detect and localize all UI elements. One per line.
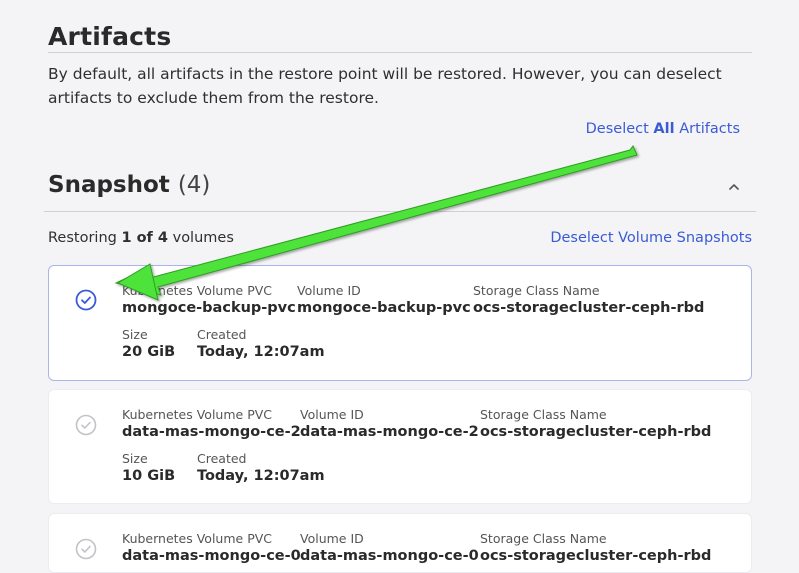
size-field: Size 10 GiB [122,451,176,484]
artifacts-heading: Artifacts [48,22,172,51]
snapshot-count: (4) [177,172,211,198]
check-circle-icon[interactable] [75,414,97,436]
check-circle-icon[interactable] [75,289,97,311]
created-field: Created Today, 12:07am [197,451,325,484]
chevron-up-icon[interactable] [727,180,741,194]
divider [48,52,752,53]
volume-card[interactable]: Kubernetes Volume PVC data-mas-mongo-ce-2… [48,389,752,504]
pvc-field: Kubernetes Volume PVC data-mas-mongo-ce-0 [122,531,301,564]
volume-id-field: Volume ID data-mas-mongo-ce-2 [300,407,479,440]
storage-class-field: Storage Class Name ocs-storagecluster-cep… [480,407,712,440]
deselect-all-artifacts-link[interactable]: Deselect All Artifacts [586,121,740,137]
storage-class-field: Storage Class Name ocs-storagecluster-cep… [480,531,712,564]
deselect-volume-snapshots-link[interactable]: Deselect Volume Snapshots [550,230,752,246]
snapshot-heading: Snapshot (4) [48,172,211,198]
volume-id-field: Volume ID mongoce-backup-pvc [297,283,471,316]
created-field: Created Today, 12:07am [197,327,325,360]
volume-card[interactable]: Kubernetes Volume PVC mongoce-backup-pvc … [48,265,752,381]
storage-class-field: Storage Class Name ocs-storagecluster-cep… [473,283,705,316]
pvc-field: Kubernetes Volume PVC mongoce-backup-pvc [122,283,296,316]
divider [44,211,756,212]
check-circle-icon[interactable] [75,538,97,560]
restoring-status: Restoring 1 of 4 volumes [48,230,234,246]
artifacts-description: By default, all artifacts in the restore… [48,65,722,107]
pvc-field: Kubernetes Volume PVC data-mas-mongo-ce-2 [122,407,301,440]
volume-id-field: Volume ID data-mas-mongo-ce-0 [300,531,479,564]
size-field: Size 20 GiB [122,327,176,360]
volume-card[interactable]: Kubernetes Volume PVC data-mas-mongo-ce-0… [48,513,752,573]
